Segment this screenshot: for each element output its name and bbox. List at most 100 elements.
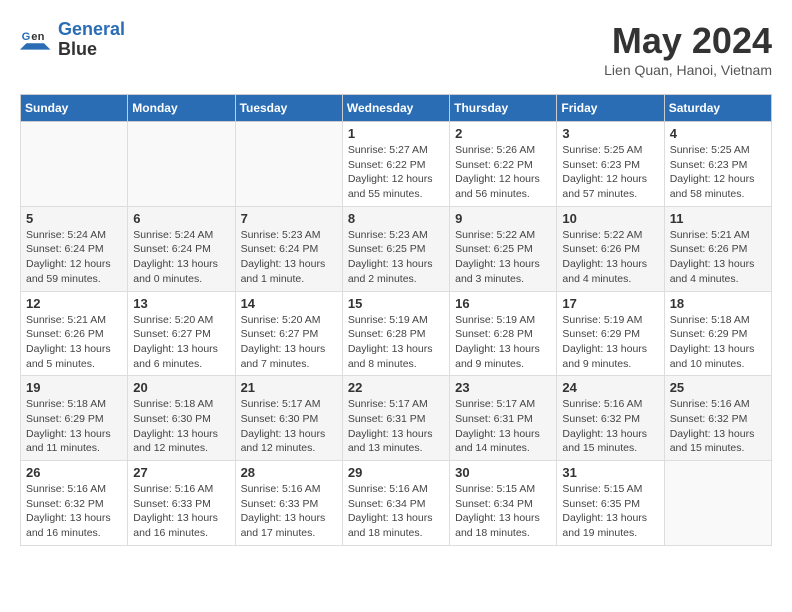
day-info: Sunrise: 5:16 AM Sunset: 6:32 PM Dayligh…: [26, 482, 122, 541]
calendar-cell: 23Sunrise: 5:17 AM Sunset: 6:31 PM Dayli…: [450, 376, 557, 461]
day-info: Sunrise: 5:20 AM Sunset: 6:27 PM Dayligh…: [133, 313, 229, 372]
calendar-header-row: SundayMondayTuesdayWednesdayThursdayFrid…: [21, 95, 772, 122]
day-number: 21: [241, 380, 337, 395]
calendar-cell: 3Sunrise: 5:25 AM Sunset: 6:23 PM Daylig…: [557, 122, 664, 207]
day-number: 8: [348, 211, 444, 226]
calendar-cell: 25 Sunrise: 5:16 AM Sunset: 6:32 PM Dayli…: [664, 376, 771, 461]
calendar-week-row: 12Sunrise: 5:21 AM Sunset: 6:26 PM Dayli…: [21, 291, 772, 376]
calendar-cell: 12Sunrise: 5:21 AM Sunset: 6:26 PM Dayli…: [21, 291, 128, 376]
calendar-cell: 7 Sunrise: 5:23 AM Sunset: 6:24 PM Daylig…: [235, 206, 342, 291]
calendar-cell: 21 Sunrise: 5:17 AM Sunset: 6:30 PM Dayli…: [235, 376, 342, 461]
day-info: Sunrise: 5:17 AM Sunset: 6:31 PM Dayligh…: [455, 397, 551, 456]
calendar-cell: 15 Sunrise: 5:19 AM Sunset: 6:28 PM Dayli…: [342, 291, 449, 376]
day-header-tuesday: Tuesday: [235, 95, 342, 122]
svg-text:e: e: [31, 31, 37, 43]
day-info: Sunrise: 5:18 AM Sunset: 6:29 PM Dayligh…: [26, 397, 122, 456]
day-info: Sunrise: 5:16 AM Sunset: 6:33 PM Dayligh…: [133, 482, 229, 541]
day-number: 12: [26, 296, 122, 311]
day-info: Sunrise: 5:23 AM Sunset: 6:25 PM Dayligh…: [348, 228, 444, 287]
day-number: 14: [241, 296, 337, 311]
location: Lien Quan, Hanoi, Vietnam: [604, 62, 772, 78]
day-info: Sunrise: 5:24 AM Sunset: 6:24 PM Dayligh…: [26, 228, 122, 287]
month-title: May 2024: [604, 20, 772, 62]
calendar-cell: 13 Sunrise: 5:20 AM Sunset: 6:27 PM Dayli…: [128, 291, 235, 376]
day-info: Sunrise: 5:19 AM Sunset: 6:28 PM Dayligh…: [455, 313, 551, 372]
day-info: Sunrise: 5:23 AM Sunset: 6:24 PM Dayligh…: [241, 228, 337, 287]
svg-text:n: n: [38, 31, 45, 43]
calendar-cell: 16 Sunrise: 5:19 AM Sunset: 6:28 PM Dayli…: [450, 291, 557, 376]
calendar-cell: 22Sunrise: 5:17 AM Sunset: 6:31 PM Dayli…: [342, 376, 449, 461]
day-info: Sunrise: 5:17 AM Sunset: 6:31 PM Dayligh…: [348, 397, 444, 456]
day-header-sunday: Sunday: [21, 95, 128, 122]
day-header-saturday: Saturday: [664, 95, 771, 122]
day-number: 16: [455, 296, 551, 311]
calendar-cell: 9Sunrise: 5:22 AM Sunset: 6:25 PM Daylig…: [450, 206, 557, 291]
day-info: Sunrise: 5:19 AM Sunset: 6:29 PM Dayligh…: [562, 313, 658, 372]
day-info: Sunrise: 5:16 AM Sunset: 6:34 PM Dayligh…: [348, 482, 444, 541]
day-number: 4: [670, 126, 766, 141]
calendar-cell: 28 Sunrise: 5:16 AM Sunset: 6:33 PM Dayli…: [235, 461, 342, 546]
day-number: 29: [348, 465, 444, 480]
day-info: Sunrise: 5:15 AM Sunset: 6:35 PM Dayligh…: [562, 482, 658, 541]
calendar-cell: 18Sunrise: 5:18 AM Sunset: 6:29 PM Dayli…: [664, 291, 771, 376]
day-header-friday: Friday: [557, 95, 664, 122]
calendar-cell: 26 Sunrise: 5:16 AM Sunset: 6:32 PM Dayli…: [21, 461, 128, 546]
day-number: 30: [455, 465, 551, 480]
day-info: Sunrise: 5:16 AM Sunset: 6:32 PM Dayligh…: [562, 397, 658, 456]
day-number: 28: [241, 465, 337, 480]
calendar-cell: 29 Sunrise: 5:16 AM Sunset: 6:34 PM Dayli…: [342, 461, 449, 546]
day-info: Sunrise: 5:15 AM Sunset: 6:34 PM Dayligh…: [455, 482, 551, 541]
calendar-cell: 19 Sunrise: 5:18 AM Sunset: 6:29 PM Dayli…: [21, 376, 128, 461]
logo: G e n General Blue: [20, 20, 125, 60]
day-number: 19: [26, 380, 122, 395]
calendar-week-row: 26 Sunrise: 5:16 AM Sunset: 6:32 PM Dayli…: [21, 461, 772, 546]
day-number: 7: [241, 211, 337, 226]
calendar-cell: [235, 122, 342, 207]
day-number: 17: [562, 296, 658, 311]
day-info: Sunrise: 5:21 AM Sunset: 6:26 PM Dayligh…: [670, 228, 766, 287]
day-number: 10: [562, 211, 658, 226]
day-info: Sunrise: 5:18 AM Sunset: 6:29 PM Dayligh…: [670, 313, 766, 372]
calendar-week-row: 5Sunrise: 5:24 AM Sunset: 6:24 PM Daylig…: [21, 206, 772, 291]
calendar-cell: 1Sunrise: 5:27 AM Sunset: 6:22 PM Daylig…: [342, 122, 449, 207]
day-info: Sunrise: 5:24 AM Sunset: 6:24 PM Dayligh…: [133, 228, 229, 287]
page-header: G e n General Blue May 2024 Lien Quan, H…: [20, 20, 772, 78]
calendar-cell: 5Sunrise: 5:24 AM Sunset: 6:24 PM Daylig…: [21, 206, 128, 291]
day-info: Sunrise: 5:16 AM Sunset: 6:32 PM Dayligh…: [670, 397, 766, 456]
calendar-cell: 8 Sunrise: 5:23 AM Sunset: 6:25 PM Daylig…: [342, 206, 449, 291]
calendar-cell: [128, 122, 235, 207]
calendar-cell: 17 Sunrise: 5:19 AM Sunset: 6:29 PM Dayli…: [557, 291, 664, 376]
calendar-cell: 10Sunrise: 5:22 AM Sunset: 6:26 PM Dayli…: [557, 206, 664, 291]
calendar-cell: 2Sunrise: 5:26 AM Sunset: 6:22 PM Daylig…: [450, 122, 557, 207]
day-number: 20: [133, 380, 229, 395]
day-number: 25: [670, 380, 766, 395]
day-number: 26: [26, 465, 122, 480]
calendar-cell: 14Sunrise: 5:20 AM Sunset: 6:27 PM Dayli…: [235, 291, 342, 376]
calendar-cell: 27 Sunrise: 5:16 AM Sunset: 6:33 PM Dayli…: [128, 461, 235, 546]
day-number: 13: [133, 296, 229, 311]
logo-icon: G e n: [20, 24, 52, 56]
calendar-cell: 31 Sunrise: 5:15 AM Sunset: 6:35 PM Dayli…: [557, 461, 664, 546]
calendar-cell: 11Sunrise: 5:21 AM Sunset: 6:26 PM Dayli…: [664, 206, 771, 291]
day-number: 27: [133, 465, 229, 480]
day-info: Sunrise: 5:25 AM Sunset: 6:23 PM Dayligh…: [562, 143, 658, 202]
calendar-cell: 20 Sunrise: 5:18 AM Sunset: 6:30 PM Dayli…: [128, 376, 235, 461]
day-info: Sunrise: 5:16 AM Sunset: 6:33 PM Dayligh…: [241, 482, 337, 541]
day-header-thursday: Thursday: [450, 95, 557, 122]
day-header-wednesday: Wednesday: [342, 95, 449, 122]
title-area: May 2024 Lien Quan, Hanoi, Vietnam: [604, 20, 772, 78]
calendar-cell: [664, 461, 771, 546]
logo-text: General Blue: [58, 20, 125, 60]
calendar-week-row: 1Sunrise: 5:27 AM Sunset: 6:22 PM Daylig…: [21, 122, 772, 207]
day-info: Sunrise: 5:26 AM Sunset: 6:22 PM Dayligh…: [455, 143, 551, 202]
day-info: Sunrise: 5:19 AM Sunset: 6:28 PM Dayligh…: [348, 313, 444, 372]
day-info: Sunrise: 5:17 AM Sunset: 6:30 PM Dayligh…: [241, 397, 337, 456]
day-number: 24: [562, 380, 658, 395]
calendar-cell: 30 Sunrise: 5:15 AM Sunset: 6:34 PM Dayli…: [450, 461, 557, 546]
day-info: Sunrise: 5:22 AM Sunset: 6:25 PM Dayligh…: [455, 228, 551, 287]
day-number: 6: [133, 211, 229, 226]
day-number: 15: [348, 296, 444, 311]
day-info: Sunrise: 5:18 AM Sunset: 6:30 PM Dayligh…: [133, 397, 229, 456]
day-number: 31: [562, 465, 658, 480]
day-number: 1: [348, 126, 444, 141]
